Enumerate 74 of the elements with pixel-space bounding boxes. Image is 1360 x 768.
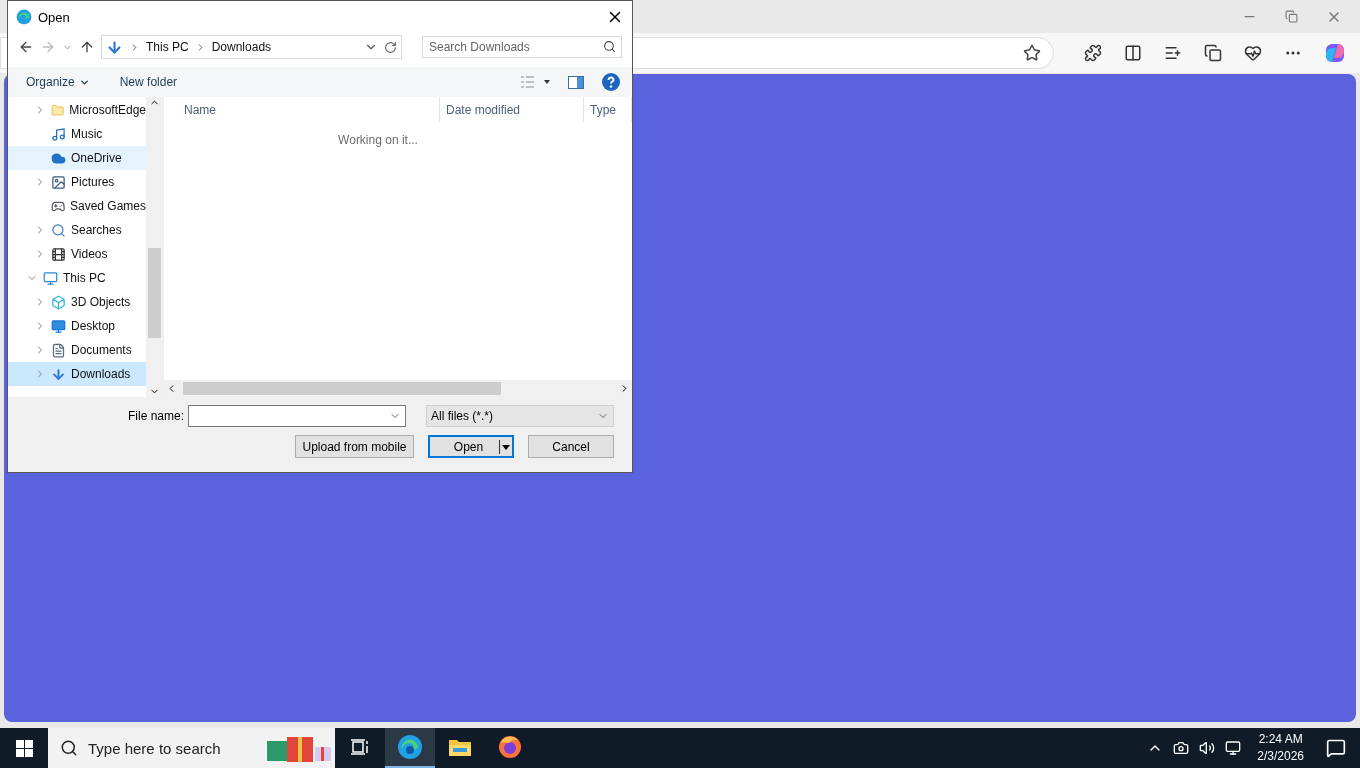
open-button[interactable]: Open — [428, 435, 514, 458]
document-icon — [51, 342, 66, 358]
tree-item[interactable]: MicrosoftEdge — [8, 98, 146, 122]
file-type-dropdown[interactable]: All files (*.*) — [426, 405, 614, 427]
back-icon[interactable] — [18, 39, 34, 55]
breadcrumb-item[interactable]: Downloads — [211, 40, 272, 54]
vertical-scrollbar[interactable] — [146, 97, 163, 397]
cloud-icon — [51, 150, 66, 166]
toolbar-button[interactable]: Organize — [26, 75, 90, 89]
file-name-label: File name: — [127, 409, 184, 423]
toolbar-button[interactable]: New folder — [119, 75, 178, 89]
preview-pane-icon[interactable] — [568, 75, 584, 89]
loading-message: Working on it... — [337, 132, 419, 149]
music-note-icon — [51, 126, 66, 142]
collections-icon[interactable] — [1204, 44, 1222, 62]
camera-icon[interactable] — [1173, 740, 1190, 756]
search-field[interactable]: Search Downloads — [422, 36, 622, 58]
scrollbar-thumb[interactable] — [183, 382, 501, 395]
cube-icon — [51, 294, 66, 310]
film-icon — [51, 246, 66, 262]
split-screen-icon[interactable] — [1124, 44, 1142, 62]
notification-icon[interactable] — [1326, 738, 1346, 758]
tree-item[interactable]: This PC — [8, 266, 146, 290]
dialog-button[interactable]: Cancel — [528, 435, 614, 458]
favorites-icon[interactable] — [1164, 44, 1182, 62]
magnifier-icon — [51, 222, 66, 238]
refresh-icon[interactable] — [384, 40, 397, 54]
view-options-icon[interactable] — [520, 75, 550, 89]
tree-item[interactable]: Music — [8, 122, 146, 146]
tree-item[interactable]: Documents — [8, 338, 146, 362]
column-header[interactable]: Type — [584, 97, 632, 123]
up-icon[interactable] — [79, 39, 95, 55]
column-header[interactable]: Date modified — [440, 97, 584, 123]
tree-item[interactable]: Downloads — [8, 362, 146, 386]
task-view-icon[interactable] — [350, 738, 370, 756]
download-arrow-icon — [106, 38, 123, 56]
star-icon[interactable] — [1023, 44, 1041, 62]
search-icon — [60, 739, 78, 757]
desktop-icon — [51, 318, 66, 334]
folder-icon[interactable] — [448, 737, 472, 757]
copilot-logo-icon[interactable] — [1324, 42, 1346, 64]
breadcrumb-item[interactable]: This PC — [146, 40, 189, 54]
help-icon[interactable] — [602, 73, 620, 91]
taskbar-search-field[interactable]: Type here to search — [48, 728, 335, 768]
breadcrumb-bar[interactable]: This PC Downloads — [101, 35, 402, 59]
dialog-button[interactable]: Upload from mobile — [295, 435, 414, 458]
file-name-field[interactable] — [188, 405, 406, 427]
tree-item[interactable]: Videos — [8, 242, 146, 266]
folder-icon — [51, 102, 65, 118]
tree-item[interactable]: 3D Objects — [8, 290, 146, 314]
scrollbar-thumb[interactable] — [148, 248, 161, 338]
monitor-icon — [43, 270, 58, 286]
column-header[interactable]: Name — [164, 97, 440, 123]
search-icon[interactable] — [603, 40, 616, 53]
browser-logo-icon — [16, 9, 32, 25]
network-icon[interactable] — [1225, 740, 1242, 756]
tree-item[interactable]: Saved Games — [8, 194, 146, 218]
browser-logo-icon[interactable] — [397, 734, 423, 760]
restore-icon[interactable] — [1285, 10, 1298, 23]
windows-logo-icon[interactable] — [15, 739, 33, 757]
caret-icon[interactable] — [500, 442, 512, 451]
clock[interactable]: 2:24 AM 2/3/2026 — [1257, 731, 1304, 765]
horizontal-scrollbar[interactable] — [164, 380, 632, 397]
puzzle-icon[interactable] — [1084, 44, 1102, 62]
tree-item[interactable]: Searches — [8, 218, 146, 242]
heart-pulse-icon[interactable] — [1244, 44, 1262, 62]
dialog-title: Open — [38, 9, 71, 25]
tree-item[interactable]: Desktop — [8, 314, 146, 338]
speaker-icon[interactable] — [1199, 740, 1216, 756]
download-arrow-icon — [51, 366, 66, 382]
tree-item[interactable]: Pictures — [8, 170, 146, 194]
picture-icon — [51, 174, 66, 190]
tree-item[interactable]: OneDrive — [8, 146, 146, 170]
fox-globe-icon[interactable] — [497, 734, 523, 760]
